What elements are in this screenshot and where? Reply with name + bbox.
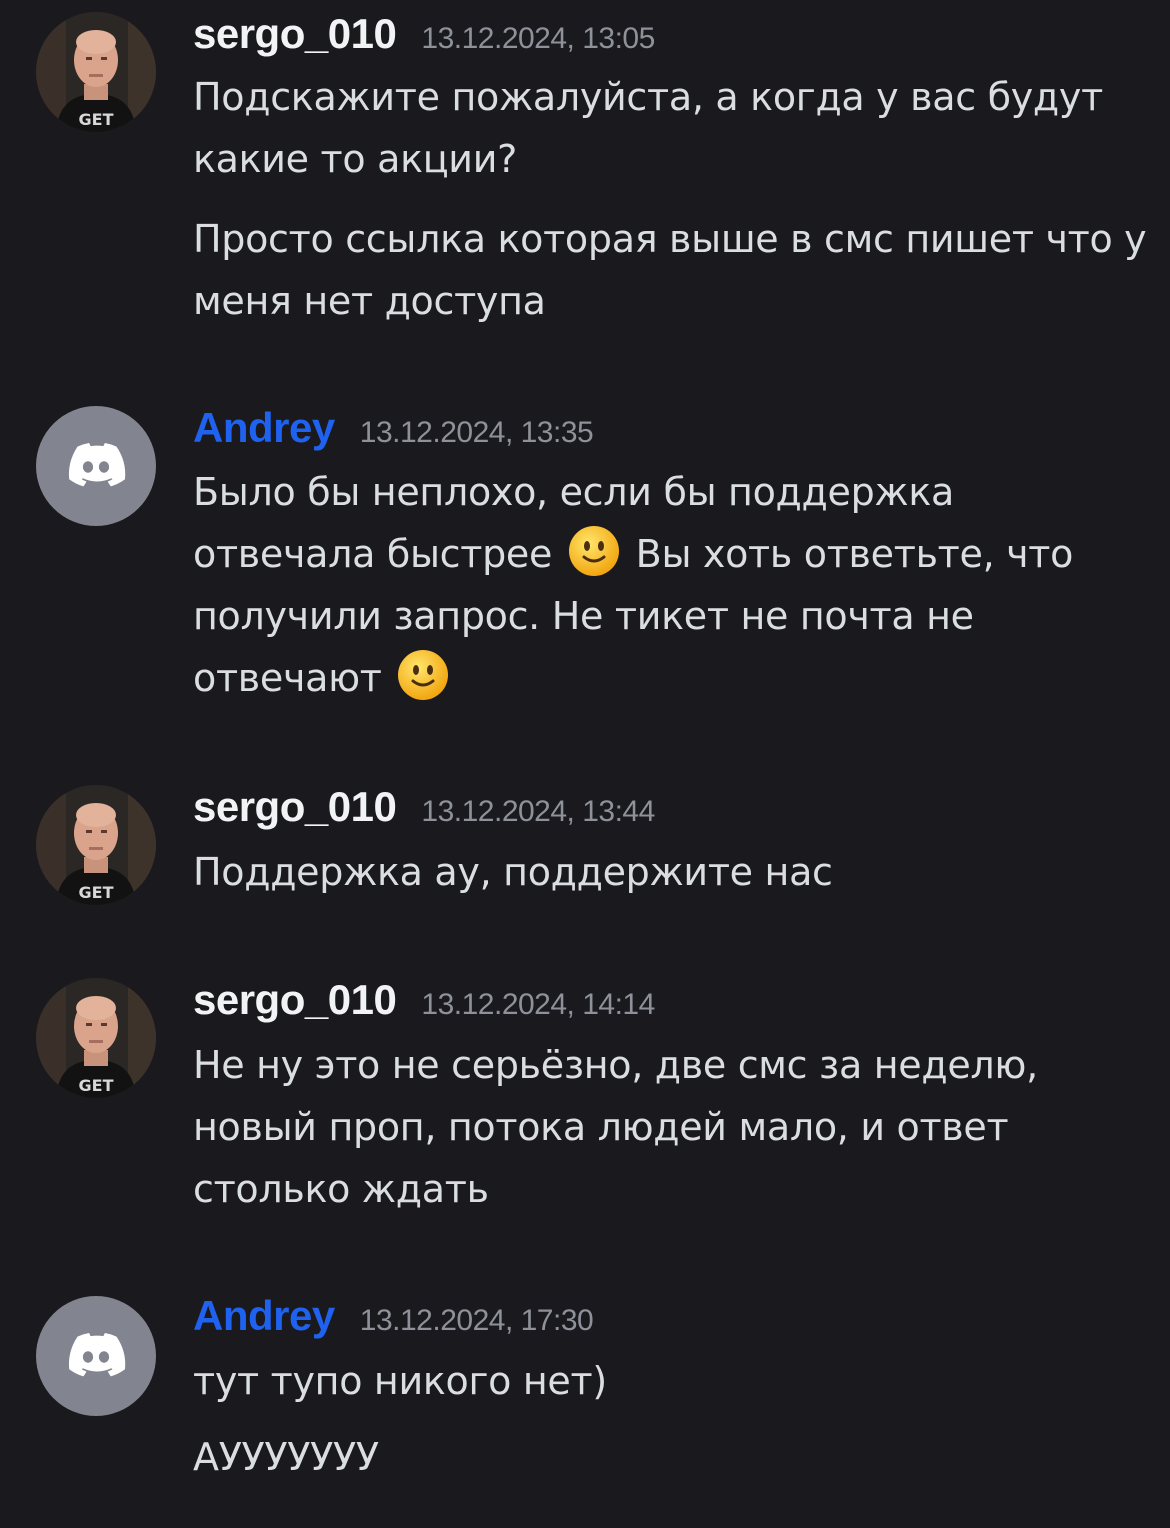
discord-logo-icon[interactable] — [36, 406, 156, 526]
slightly-smiling-face-icon — [568, 525, 620, 577]
message-header: Andrey 13.12.2024, 13:35 — [193, 404, 594, 452]
user-photo-avatar[interactable] — [36, 978, 156, 1098]
message-header: sergo_010 13.12.2024, 13:44 — [193, 783, 655, 831]
author-name[interactable]: Andrey — [193, 404, 335, 451]
user-photo-avatar[interactable] — [36, 785, 156, 905]
message-text: Поддержка ау, поддержите нас — [193, 850, 833, 894]
slightly-smiling-face-icon — [397, 649, 449, 701]
message-text: Было бы неплохо, если бы поддержка отвеч… — [193, 461, 1123, 709]
author-name[interactable]: sergo_010 — [193, 976, 397, 1023]
message-header: Andrey 13.12.2024, 17:30 — [193, 1292, 594, 1340]
author-name[interactable]: sergo_010 — [193, 10, 397, 57]
message-text: тут тупо никого нет) — [193, 1359, 607, 1403]
message-text: Подскажите пожалуйста, а когда у вас буд… — [193, 75, 1103, 181]
message-text: Просто ссылка которая выше в смс пишет ч… — [193, 217, 1147, 323]
message-header: sergo_010 13.12.2024, 14:14 — [193, 976, 655, 1024]
message-text: АУУУУУУУ — [193, 1435, 379, 1479]
user-photo-avatar[interactable] — [36, 12, 156, 132]
message-timestamp: 13.12.2024, 13:05 — [421, 22, 655, 55]
message-header: sergo_010 13.12.2024, 13:05 — [193, 10, 655, 58]
message-timestamp: 13.12.2024, 14:14 — [421, 988, 655, 1021]
discord-logo-icon[interactable] — [36, 1296, 156, 1416]
author-name[interactable]: Andrey — [193, 1292, 335, 1339]
message-text: Не ну это не серьёзно, две смс за неделю… — [193, 1043, 1038, 1211]
author-name[interactable]: sergo_010 — [193, 783, 397, 830]
message-timestamp: 13.12.2024, 17:30 — [359, 1304, 594, 1337]
message-timestamp: 13.12.2024, 13:35 — [359, 416, 594, 449]
message-timestamp: 13.12.2024, 13:44 — [421, 795, 655, 828]
